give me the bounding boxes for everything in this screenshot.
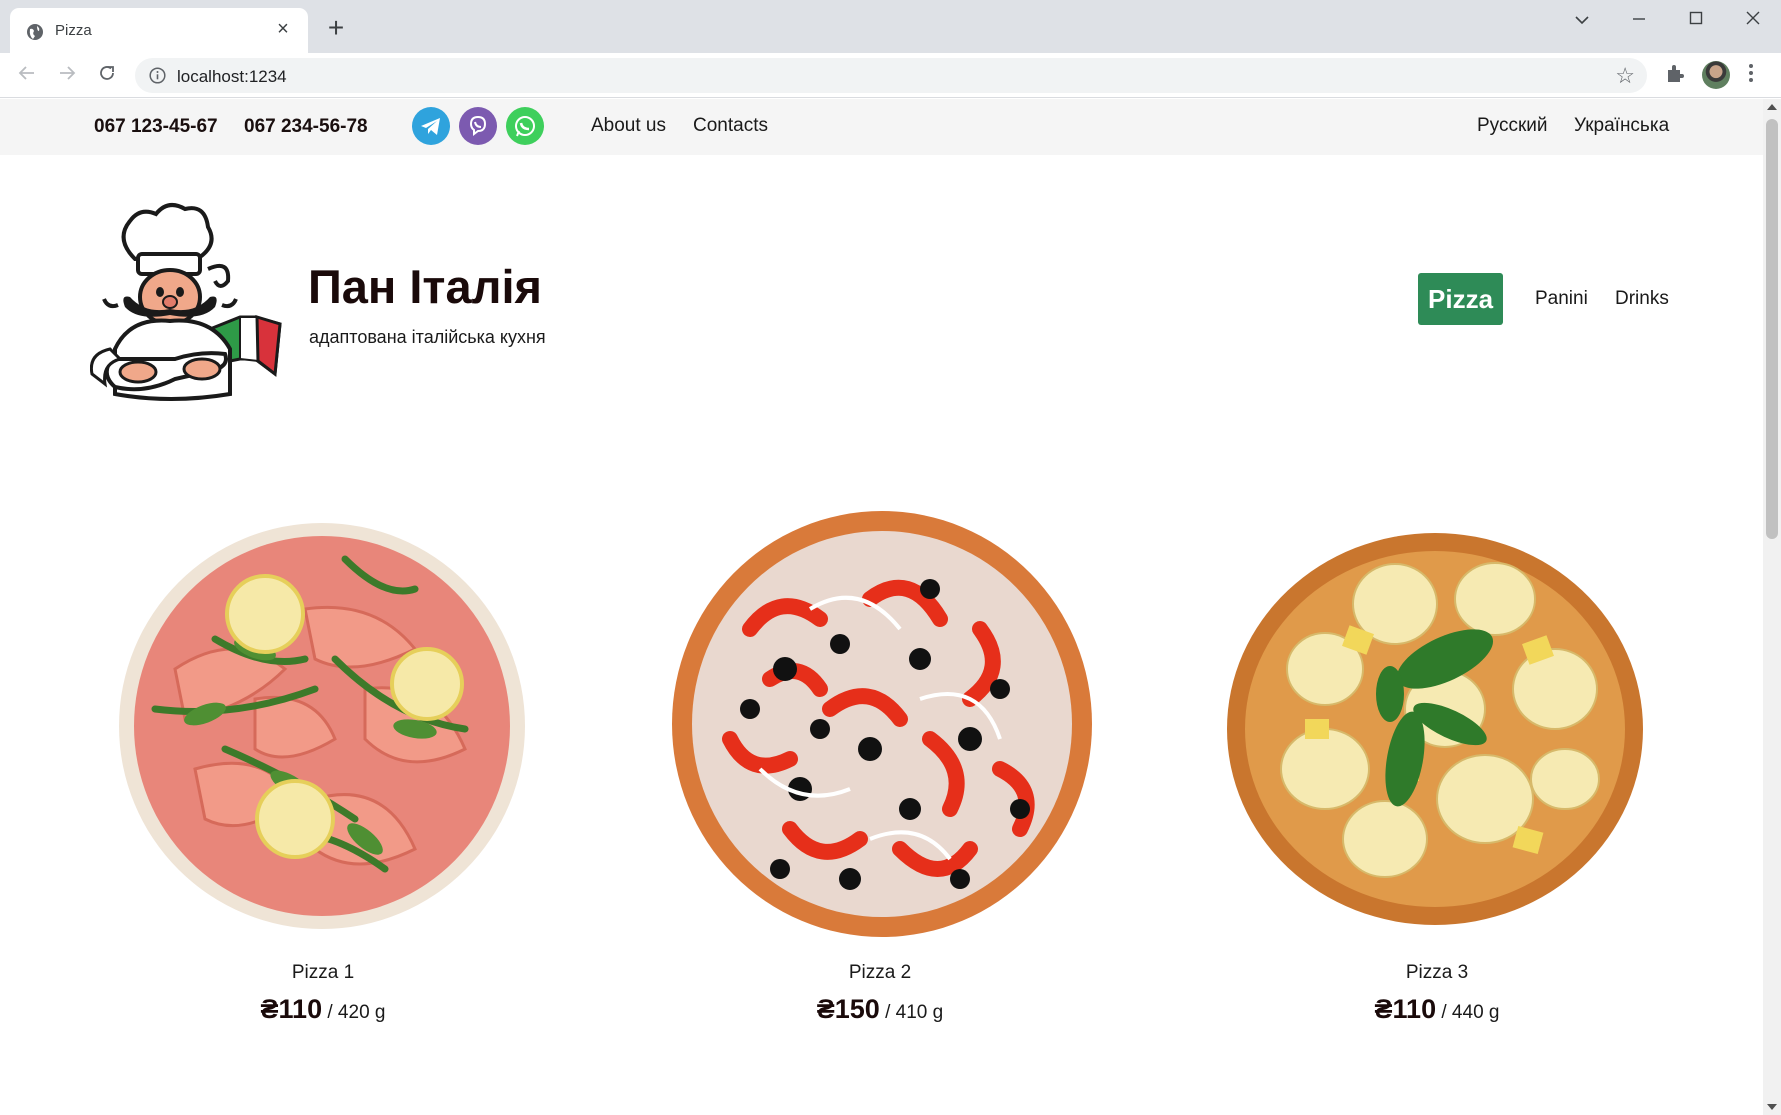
globe-icon: [27, 24, 43, 40]
info-icon[interactable]: [149, 67, 166, 84]
language-ukrainian-link[interactable]: Українська: [1574, 115, 1669, 137]
category-pizza-tab[interactable]: Pizza: [1418, 273, 1504, 325]
product-1-weight: / 420 g: [322, 1002, 386, 1023]
telegram-icon[interactable]: [412, 107, 450, 145]
pineapple-basil-pizza-image[interactable]: [1225, 529, 1645, 929]
contacts-link[interactable]: Contacts: [693, 115, 768, 137]
phone-number-1[interactable]: 067 123-45-67: [94, 116, 218, 138]
product-1-price: ₴110 / 420 g: [173, 994, 473, 1025]
maximize-button[interactable]: [1676, 6, 1716, 32]
new-tab-button[interactable]: +: [323, 14, 349, 42]
reload-button[interactable]: [93, 61, 121, 89]
bookmark-star-icon[interactable]: ☆: [1615, 63, 1635, 89]
back-button[interactable]: [13, 61, 41, 89]
product-3-price: ₴110 / 440 g: [1287, 994, 1587, 1025]
close-tab-icon[interactable]: ×: [272, 18, 294, 40]
chef-mascot-icon[interactable]: [90, 199, 285, 404]
browser-tab-strip: Pizza × +: [0, 0, 1781, 53]
viber-icon[interactable]: [459, 107, 497, 145]
minimize-button[interactable]: [1619, 6, 1659, 32]
product-2-price: ₴150 / 410 g: [730, 994, 1030, 1025]
tab-title: Pizza: [55, 22, 92, 39]
about-us-link[interactable]: About us: [591, 115, 666, 137]
product-2-weight: / 410 g: [879, 1002, 944, 1023]
url-text[interactable]: localhost:1234: [177, 67, 287, 87]
scroll-up-icon[interactable]: [1767, 104, 1777, 110]
page-scrollbar[interactable]: [1763, 99, 1781, 1115]
product-3-weight: / 440 g: [1436, 1002, 1500, 1023]
profile-avatar[interactable]: [1702, 61, 1730, 89]
browser-toolbar: localhost:1234 ☆: [0, 53, 1781, 98]
language-russian-link[interactable]: Русский: [1477, 115, 1548, 137]
whatsapp-icon[interactable]: [506, 107, 544, 145]
page-viewport: 067 123-45-67 067 234-56-78 About us Con…: [0, 99, 1763, 1115]
forward-button[interactable]: [53, 61, 81, 89]
scrollbar-thumb[interactable]: [1766, 119, 1778, 539]
browser-tab[interactable]: Pizza ×: [10, 8, 308, 53]
product-2-price-amount: ₴150: [816, 994, 880, 1024]
product-1-price-amount: ₴110: [260, 994, 323, 1024]
product-1-name[interactable]: Pizza 1: [173, 962, 473, 984]
category-drinks-tab[interactable]: Drinks: [1615, 273, 1669, 325]
pepper-olive-pizza-image[interactable]: [670, 509, 1095, 939]
salmon-pizza-image[interactable]: [115, 519, 530, 934]
brand-subtitle: адаптована італійська кухня: [309, 327, 546, 347]
brand-title: Пан Італія: [308, 260, 542, 313]
product-2-name[interactable]: Pizza 2: [730, 962, 1030, 984]
scroll-down-icon[interactable]: [1767, 1104, 1777, 1110]
top-info-bar: 067 123-45-67 067 234-56-78 About us Con…: [0, 99, 1763, 155]
phone-number-2[interactable]: 067 234-56-78: [244, 116, 368, 138]
product-3-name[interactable]: Pizza 3: [1287, 962, 1587, 984]
close-window-button[interactable]: [1733, 6, 1773, 32]
product-3-price-amount: ₴110: [1374, 994, 1437, 1024]
category-panini-tab[interactable]: Panini: [1535, 273, 1588, 325]
address-bar[interactable]: localhost:1234 ☆: [135, 58, 1647, 93]
extensions-icon[interactable]: [1664, 62, 1686, 89]
tab-search-icon[interactable]: [1562, 6, 1602, 32]
browser-menu-icon[interactable]: [1748, 62, 1754, 89]
